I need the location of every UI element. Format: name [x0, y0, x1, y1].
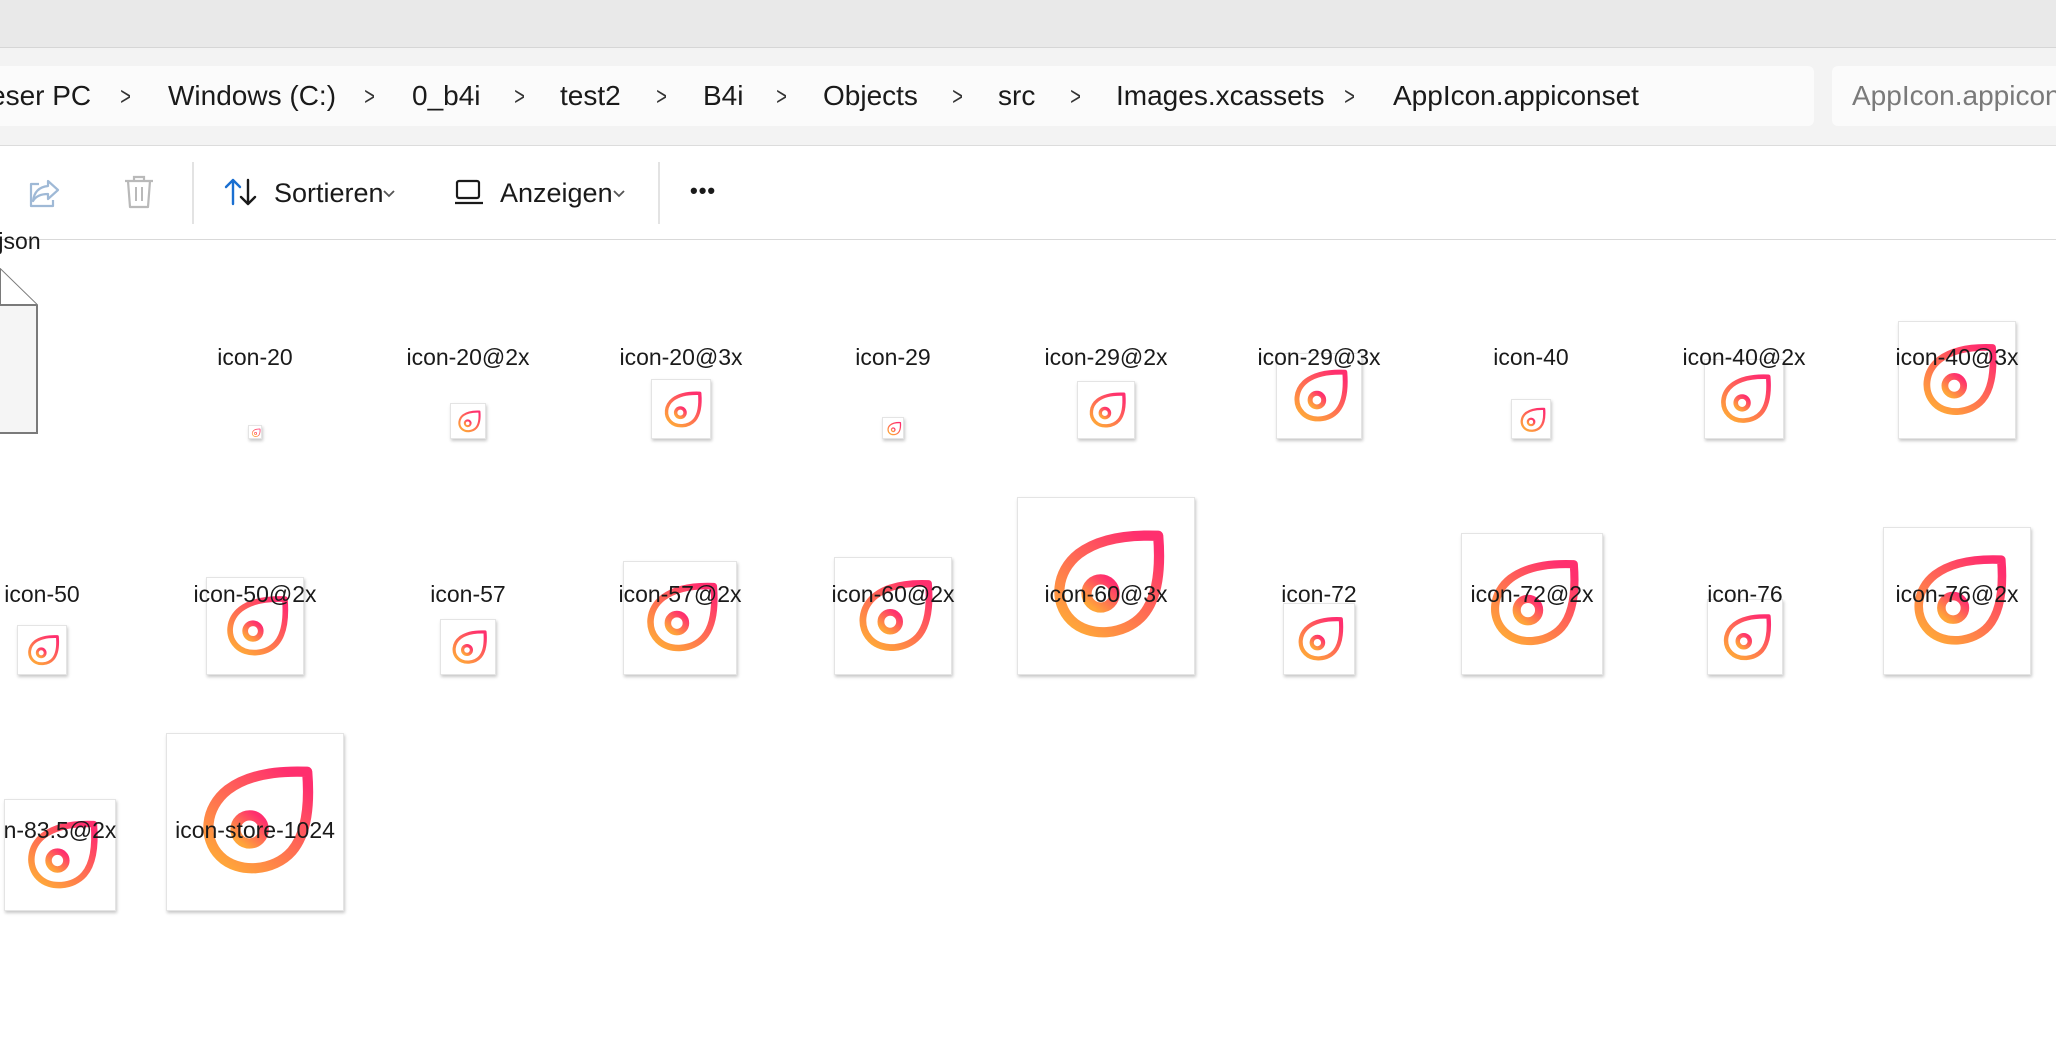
- address-bar: eser PC > Windows (C:) > 0_b4i > test2 >…: [0, 48, 2056, 146]
- trash-icon[interactable]: [123, 174, 155, 215]
- breadcrumb-item-appiconset[interactable]: AppIcon.appiconset: [1393, 80, 1639, 112]
- image-thumbnail: [882, 417, 904, 439]
- view-layout-icon: [454, 178, 484, 211]
- app-drop-icon: [28, 635, 60, 666]
- file-name-label: icon-40@3x: [1895, 344, 2019, 370]
- file-name-label: icon-store-1024: [175, 817, 335, 843]
- search-box[interactable]: [1832, 66, 2056, 126]
- image-thumbnail: [450, 403, 486, 439]
- file-name-label: icon-50@2x: [193, 581, 317, 607]
- app-drop-icon: [1298, 617, 1344, 661]
- file-name-label: icon-50: [4, 581, 80, 607]
- file-name-label: icon-72@2x: [1470, 581, 1594, 607]
- breadcrumb-chevron-icon[interactable]: >: [514, 80, 525, 112]
- file-name-label: icon-72: [1281, 581, 1357, 607]
- command-bar: Sortieren Anzeigen •••: [0, 146, 2056, 240]
- app-drop-icon: [251, 428, 261, 437]
- image-thumbnail: [623, 561, 737, 675]
- breadcrumb-item-windows[interactable]: Windows (C:): [168, 80, 336, 112]
- file-name-label: icon-29@2x: [1044, 344, 1168, 370]
- breadcrumb-item-b4i[interactable]: B4i: [703, 80, 743, 112]
- image-thumbnail: [834, 557, 952, 675]
- breadcrumb-chevron-icon[interactable]: >: [120, 80, 131, 112]
- toolbar-divider: [192, 162, 194, 224]
- toolbar-divider: [658, 162, 660, 224]
- app-drop-icon: [1520, 407, 1546, 432]
- image-thumbnail: [440, 619, 496, 675]
- file-name-label: icon-20@2x: [406, 344, 530, 370]
- app-drop-icon: [1721, 374, 1771, 423]
- image-thumbnail: [1707, 599, 1783, 675]
- file-name-label: icon-57: [430, 581, 506, 607]
- breadcrumb-chevron-icon[interactable]: >: [1344, 80, 1355, 112]
- breadcrumb-item-this-pc[interactable]: eser PC: [0, 80, 91, 112]
- app-drop-icon: [458, 410, 481, 433]
- breadcrumb-chevron-icon[interactable]: >: [364, 80, 375, 112]
- share-icon[interactable]: [26, 176, 62, 215]
- file-name-label: icon-20@3x: [619, 344, 743, 370]
- image-thumbnail: [651, 379, 711, 439]
- image-thumbnail: [1511, 399, 1551, 439]
- view-button[interactable]: Anzeigen: [454, 170, 634, 216]
- file-name-label: icon-76: [1707, 581, 1783, 607]
- title-bar: [0, 0, 2056, 48]
- sort-button[interactable]: Sortieren: [224, 170, 404, 216]
- document-icon: [0, 267, 39, 440]
- chevron-down-icon: [382, 186, 396, 204]
- breadcrumb-item-test2[interactable]: test2: [560, 80, 621, 112]
- app-drop-icon: [887, 421, 902, 436]
- image-thumbnail: [17, 625, 67, 675]
- more-icon: •••: [690, 178, 717, 203]
- file-name-label: icon-60@3x: [1044, 581, 1168, 607]
- breadcrumb-chevron-icon[interactable]: >: [1070, 80, 1081, 112]
- breadcrumb-chevron-icon[interactable]: >: [776, 80, 787, 112]
- breadcrumb-item-0-b4i[interactable]: 0_b4i: [412, 80, 481, 112]
- image-thumbnail: [1283, 603, 1355, 675]
- sort-label: Sortieren: [274, 178, 384, 208]
- breadcrumb[interactable]: eser PC > Windows (C:) > 0_b4i > test2 >…: [0, 66, 1814, 126]
- image-thumbnail: [248, 425, 262, 439]
- image-thumbnail: [1704, 359, 1784, 439]
- file-name-label: icon-29: [855, 344, 931, 370]
- file-grid: ntents.json icon-20 icon-20@2x icon-20@3x ic…: [0, 228, 2056, 1058]
- view-label: Anzeigen: [500, 178, 613, 208]
- sort-arrows-icon: [224, 176, 258, 213]
- breadcrumb-chevron-icon[interactable]: >: [656, 80, 667, 112]
- chevron-down-icon: [612, 186, 626, 204]
- breadcrumb-chevron-icon[interactable]: >: [952, 80, 963, 112]
- file-name-label: icon-40@2x: [1682, 344, 1806, 370]
- image-thumbnail: [1077, 381, 1135, 439]
- file-name-label: icon-29@3x: [1257, 344, 1381, 370]
- search-input[interactable]: [1850, 76, 2056, 116]
- app-drop-icon: [664, 391, 702, 428]
- breadcrumb-item-images-xcassets[interactable]: Images.xcassets: [1116, 80, 1325, 112]
- file-name-label: icon-57@2x: [618, 581, 742, 607]
- file-name-label: icon-40: [1493, 344, 1569, 370]
- file-name-label: icon-20: [217, 344, 293, 370]
- app-drop-icon: [452, 630, 487, 664]
- image-thumbnail: [1898, 321, 2016, 439]
- breadcrumb-item-src[interactable]: src: [998, 80, 1035, 112]
- file-name-label: icon-60@2x: [831, 581, 955, 607]
- app-drop-icon: [1723, 614, 1772, 661]
- app-drop-icon: [1294, 369, 1348, 422]
- app-drop-icon: [1089, 392, 1126, 428]
- breadcrumb-item-objects[interactable]: Objects: [823, 80, 918, 112]
- more-options-button[interactable]: •••: [686, 170, 730, 216]
- file-name-label: ntents.json: [0, 228, 41, 254]
- file-name-label: icon-76@2x: [1895, 581, 2019, 607]
